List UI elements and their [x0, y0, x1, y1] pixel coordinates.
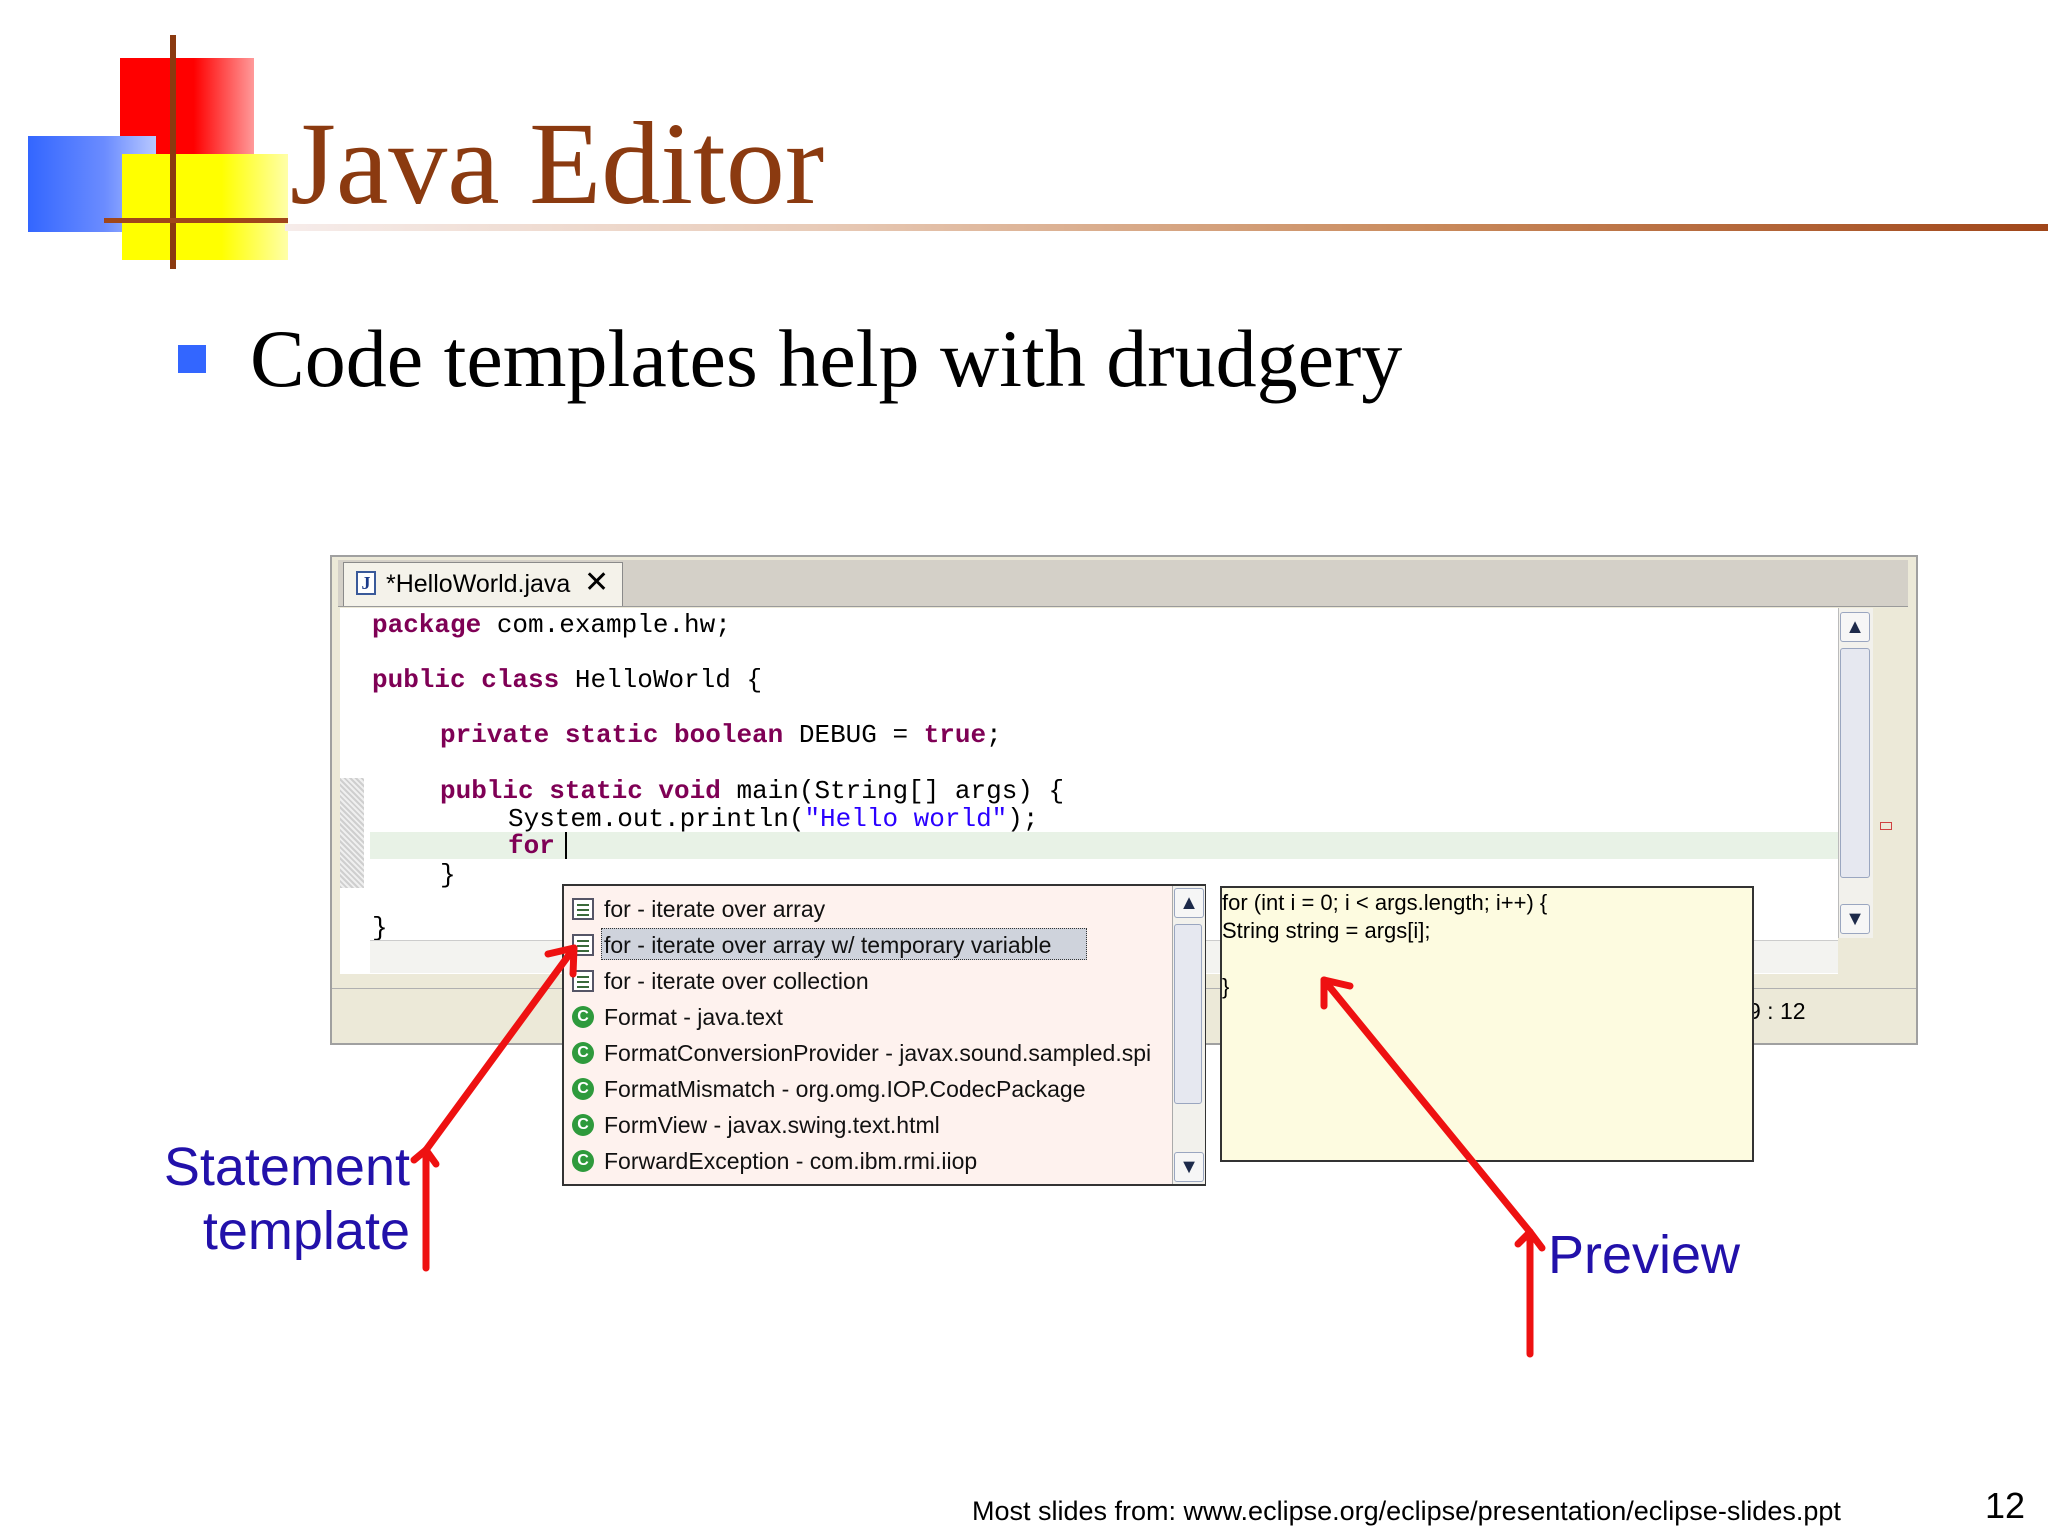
annotation-preview: Preview [1548, 1225, 1741, 1285]
page-number: 12 [1985, 1485, 2026, 1526]
arrow-preview [1320, 976, 1546, 1358]
annotation-statement-line1: Statement [163, 1137, 410, 1197]
footer-source: Most slides from: www.eclipse.org/eclips… [972, 1496, 1841, 1526]
arrow-statement-template [410, 944, 578, 1272]
annotation-statement-line2: template [202, 1201, 410, 1261]
annotation-arrows [410, 944, 1546, 1358]
